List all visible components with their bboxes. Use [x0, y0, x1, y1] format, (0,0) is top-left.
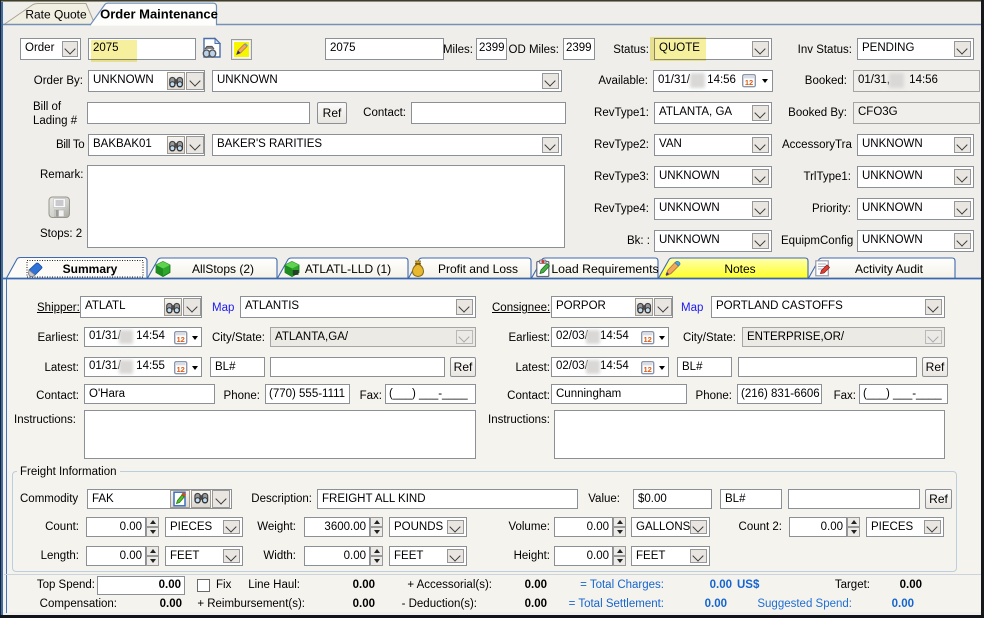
svg-text:Order Maintenance: Order Maintenance	[100, 7, 218, 22]
svg-text:12: 12	[644, 335, 652, 344]
svg-text:12: 12	[177, 335, 185, 344]
svg-text:Rate Quote: Rate Quote	[25, 8, 87, 22]
svg-text:Notes: Notes	[724, 262, 755, 276]
svg-text:ATLATL-LLD (1): ATLATL-LLD (1)	[305, 262, 391, 276]
svg-text:12: 12	[644, 365, 652, 374]
svg-text:Summary: Summary	[63, 262, 118, 276]
svg-text:Load Requirements: Load Requirements	[551, 262, 658, 276]
svg-text:12: 12	[177, 365, 185, 374]
svg-text:Activity Audit: Activity Audit	[855, 262, 924, 276]
svg-text:12: 12	[745, 78, 753, 87]
svg-text:Profit and Loss: Profit and Loss	[438, 262, 518, 276]
svg-text:AllStops (2): AllStops (2)	[192, 262, 254, 276]
